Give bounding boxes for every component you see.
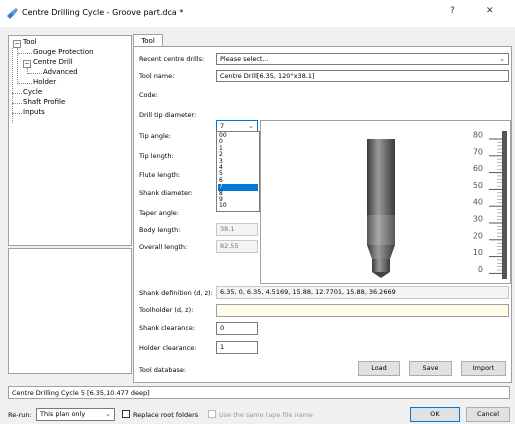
tree-item-holder[interactable]: Holder (33, 78, 56, 86)
tree-item-inputs[interactable]: Inputs (23, 108, 45, 116)
rerun-label: Re-run: (8, 411, 32, 419)
tool-name-label: Tool name: (139, 72, 175, 80)
rerun-value: This plan only (40, 410, 86, 418)
drill-tip (372, 272, 390, 278)
ruler-label: 70 (473, 147, 483, 156)
drill-tip-diameter-label: Drill tip diameter: (139, 111, 197, 119)
body-length-input[interactable]: 38.1 (216, 223, 258, 236)
ruler-bar (502, 131, 507, 279)
collapse-icon[interactable]: − (13, 40, 21, 48)
rerun-select[interactable]: This plan only ⌄ (36, 408, 115, 421)
status-line: Centre Drilling Cycle 5 [6.35,10.477 dee… (8, 386, 510, 399)
drill-shank (367, 139, 395, 215)
recent-drills-label: Recent centre drills: (139, 55, 205, 63)
code-label: Code: (139, 91, 158, 99)
drill-pilot (372, 259, 390, 272)
overall-length-input[interactable]: 82.55 (216, 240, 258, 253)
ok-button[interactable]: OK (410, 407, 460, 422)
save-button[interactable]: Save (409, 361, 452, 376)
chevron-down-icon: ⌄ (248, 122, 254, 130)
tool-database-label: Tool database: (139, 366, 187, 374)
recent-drills-select[interactable]: Please select... ⌄ (216, 53, 509, 65)
chevron-down-icon: ⌄ (105, 410, 111, 418)
same-tape-checkbox[interactable] (208, 410, 216, 418)
ruler-label: 0 (478, 265, 483, 274)
drill-body (367, 215, 395, 245)
load-button[interactable]: Load (358, 361, 400, 376)
ruler-label: 20 (473, 231, 483, 240)
code-value: 7 (220, 122, 225, 130)
tool-preview: 80 70 60 50 40 30 20 10 0 (260, 120, 511, 284)
chevron-down-icon: ⌄ (499, 55, 505, 63)
same-tape-label: Use the same tape file name (219, 411, 313, 419)
drill-app-icon (7, 8, 18, 19)
taper-angle-label: Taper angle: (139, 209, 179, 217)
ruler: 80 70 60 50 40 30 20 10 0 (473, 131, 502, 274)
tree-item-cycle[interactable]: Cycle (23, 88, 42, 96)
window-title: Centre Drilling Cycle - Groove part.dca … (22, 8, 184, 17)
tip-length-label: Tip length: (139, 152, 174, 160)
close-button[interactable]: ✕ (486, 6, 494, 16)
ruler-label: 50 (473, 181, 483, 190)
cancel-button[interactable]: Cancel (466, 407, 510, 422)
toolholder-label: Toolholder (d, z): (139, 306, 194, 314)
body-length-label: Body length: (139, 226, 181, 234)
tool-name-input[interactable]: Centre Drill[6.35, 120°x38.1] (216, 70, 509, 82)
info-panel (8, 248, 132, 374)
shank-definition-label: Shank definition (d, z): (139, 289, 213, 297)
holder-clearance-label: Holder clearance: (139, 344, 197, 352)
drill-preview-drawing: 80 70 60 50 40 30 20 10 0 (367, 131, 507, 279)
title-bar: Centre Drilling Cycle - Groove part.dca … (0, 0, 515, 27)
ruler-label: 60 (473, 164, 483, 173)
overall-length-label: Overall length: (139, 243, 188, 251)
tree-item-advanced[interactable]: Advanced (43, 68, 78, 76)
import-button[interactable]: Import (461, 361, 506, 376)
replace-root-label: Replace root folders (133, 411, 199, 419)
recent-drills-value: Please select... (220, 55, 269, 63)
code-option[interactable]: 10 (218, 203, 258, 210)
flute-length-label: Flute length: (139, 171, 181, 179)
toolholder-input[interactable] (216, 304, 509, 317)
tip-angle-label: Tip angle: (139, 132, 171, 140)
collapse-icon[interactable]: − (23, 60, 31, 68)
help-button[interactable]: ? (450, 6, 455, 16)
tree-item-tool[interactable]: Tool (23, 38, 37, 46)
ruler-label: 30 (473, 215, 483, 224)
replace-root-checkbox[interactable] (122, 410, 130, 418)
navigation-tree[interactable]: − Tool Gouge Protection − Centre Drill A… (8, 35, 132, 246)
tree-item-centre-drill[interactable]: Centre Drill (33, 58, 73, 66)
ruler-label: 40 (473, 198, 483, 207)
shank-clearance-label: Shank clearance: (139, 324, 196, 332)
shank-definition-input[interactable]: 6.35, 0, 6.35, 4.5169, 15.88, 12.7701, 1… (216, 286, 509, 299)
holder-clearance-input[interactable]: 1 (216, 341, 258, 354)
shank-clearance-input[interactable]: 0 (216, 322, 258, 335)
code-dropdown-list[interactable]: 00 0 1 2 3 4 5 6 7 8 9 10 (216, 131, 260, 212)
tree-item-gouge-protection[interactable]: Gouge Protection (33, 48, 94, 56)
ruler-label: 10 (473, 248, 483, 257)
tree-item-shaft-profile[interactable]: Shaft Profile (23, 98, 65, 106)
shank-diameter-label: Shank diameter: (139, 189, 193, 197)
ruler-label: 80 (473, 131, 483, 140)
drill-taper (367, 245, 395, 259)
